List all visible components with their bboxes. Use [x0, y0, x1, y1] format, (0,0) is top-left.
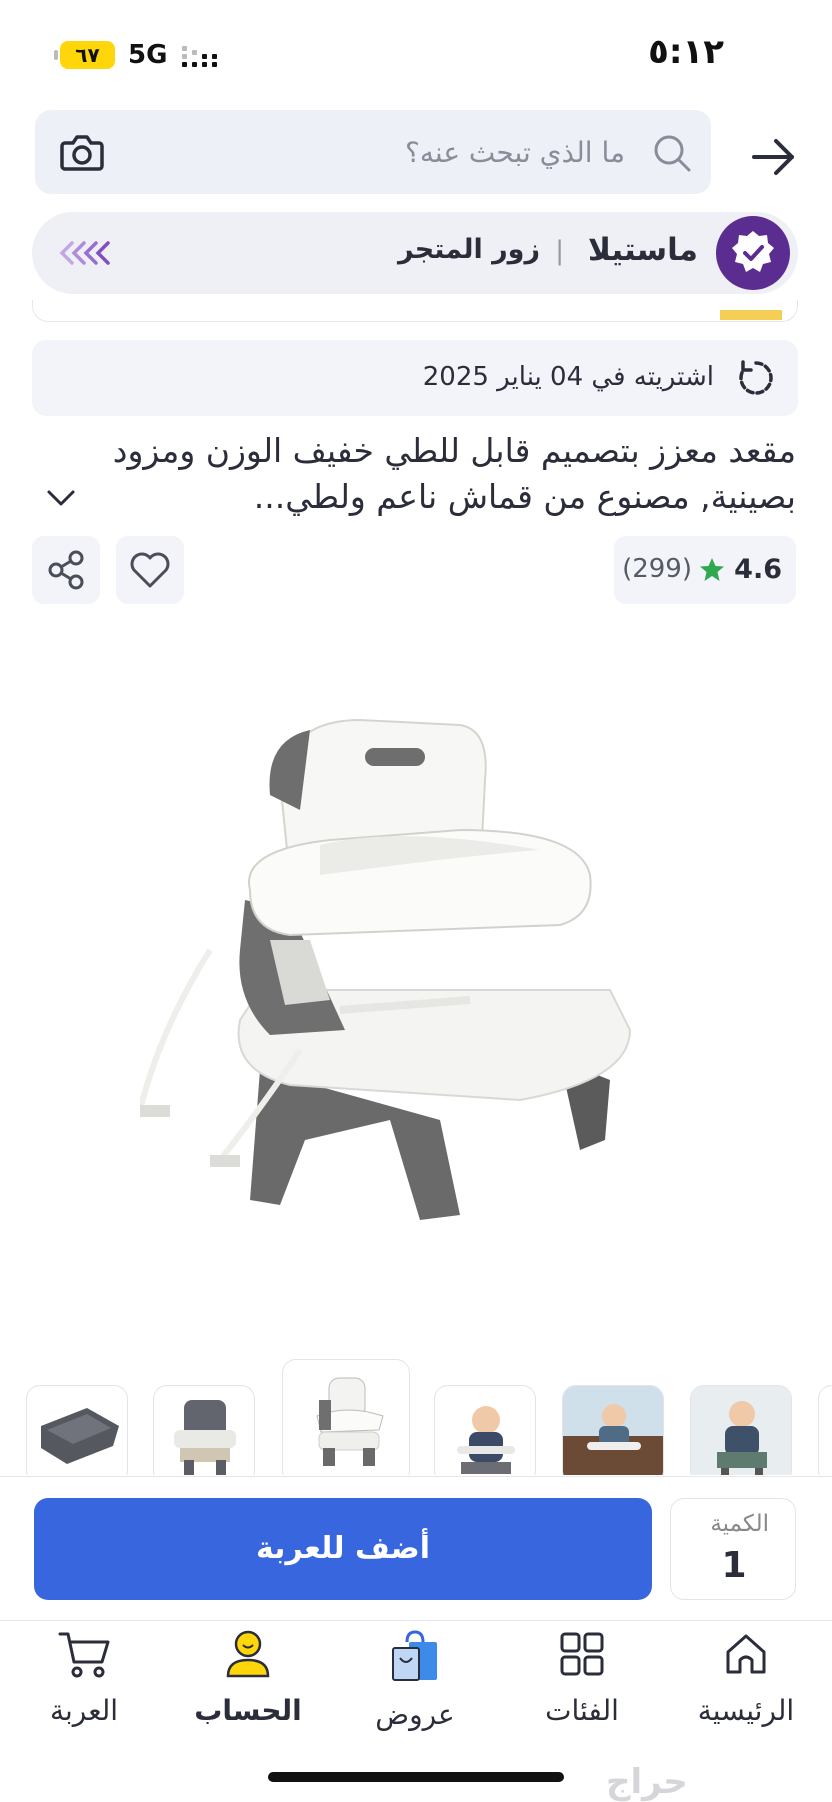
- rating-badge[interactable]: 4.6 (299): [614, 536, 796, 604]
- search-icon: [654, 135, 691, 172]
- purchase-date-text: اشتريته في 04 يناير 2025: [422, 362, 714, 392]
- status-bar: ٦٧ 5G ٥:١٢: [0, 0, 832, 100]
- nav-item-account[interactable]: الحساب: [178, 1628, 318, 1778]
- thumbnail[interactable]: [434, 1385, 536, 1475]
- nav-label: الرئيسية: [697, 1694, 795, 1727]
- collapsed-panel: [32, 300, 798, 322]
- home-icon: [726, 1634, 766, 1674]
- add-to-cart-button[interactable]: أضف للعربة: [34, 1498, 652, 1600]
- back-arrow-icon[interactable]: [748, 132, 798, 182]
- quantity-label: الكمية: [710, 1511, 769, 1537]
- clock: ٥:١٢: [648, 32, 724, 72]
- cart-icon: [58, 1632, 110, 1678]
- signal-icon: [182, 46, 217, 67]
- nav-item-offers[interactable]: عروض: [345, 1628, 485, 1778]
- quantity-selector[interactable]: الكمية 1: [670, 1498, 796, 1600]
- thumbnail[interactable]: [818, 1385, 832, 1475]
- nav-item-home[interactable]: الرئيسية: [676, 1628, 816, 1778]
- purchase-history-banner: اشتريته في 04 يناير 2025: [32, 340, 798, 416]
- wishlist-button[interactable]: [116, 536, 184, 604]
- share-button[interactable]: [32, 536, 100, 604]
- thumbnail[interactable]: [26, 1385, 128, 1475]
- thumbnail[interactable]: [562, 1385, 664, 1475]
- account-icon: [226, 1630, 270, 1678]
- product-image[interactable]: [140, 700, 700, 1240]
- divider: [0, 1476, 832, 1477]
- store-name[interactable]: ماستيلا: [588, 232, 698, 268]
- chevrons-left-icon: [59, 241, 110, 265]
- nav-item-categories[interactable]: الفئات: [512, 1628, 652, 1778]
- nav-item-cart[interactable]: العربة: [14, 1628, 154, 1778]
- nav-label: العربة: [49, 1694, 119, 1727]
- separator: |: [555, 236, 564, 266]
- chevron-down-icon[interactable]: [44, 486, 78, 510]
- rating-value: 4.6: [734, 554, 782, 585]
- heart-icon: [130, 552, 170, 588]
- nav-label: الفئات: [545, 1694, 619, 1727]
- product-title: مقعد معزز بتصميم قابل للطي خفيف الوزن وم…: [112, 431, 796, 516]
- camera-icon[interactable]: [57, 127, 107, 177]
- thumbnail-strip[interactable]: [0, 1355, 832, 1475]
- search-bar[interactable]: [35, 110, 711, 194]
- nav-label: الحساب: [194, 1694, 302, 1727]
- verified-icon: [732, 231, 774, 272]
- star-icon: [700, 558, 724, 581]
- store-bar[interactable]: ماستيلا | زور المتجر: [32, 212, 798, 294]
- share-icon: [48, 550, 84, 590]
- battery-indicator: ٦٧: [54, 41, 115, 69]
- watermark-logo: حراج: [606, 1762, 688, 1802]
- nav-label: عروض: [375, 1698, 455, 1731]
- categories-icon: [560, 1632, 604, 1676]
- thumbnail-active[interactable]: [282, 1359, 410, 1475]
- store-verified-badge: [716, 216, 790, 290]
- network-type: 5G: [128, 40, 168, 70]
- accent-strip: [720, 310, 782, 320]
- thumbnail[interactable]: [153, 1385, 255, 1475]
- search-input[interactable]: [165, 128, 625, 176]
- reorder-icon: [739, 360, 773, 395]
- nav-divider: [0, 1620, 832, 1621]
- quantity-value[interactable]: 1: [671, 1545, 797, 1586]
- home-indicator: [268, 1772, 564, 1782]
- reviews-count[interactable]: (299): [622, 554, 692, 584]
- thumbnail[interactable]: [690, 1385, 792, 1475]
- visit-store-link[interactable]: زور المتجر: [398, 234, 540, 265]
- offers-bag-icon: [392, 1630, 437, 1681]
